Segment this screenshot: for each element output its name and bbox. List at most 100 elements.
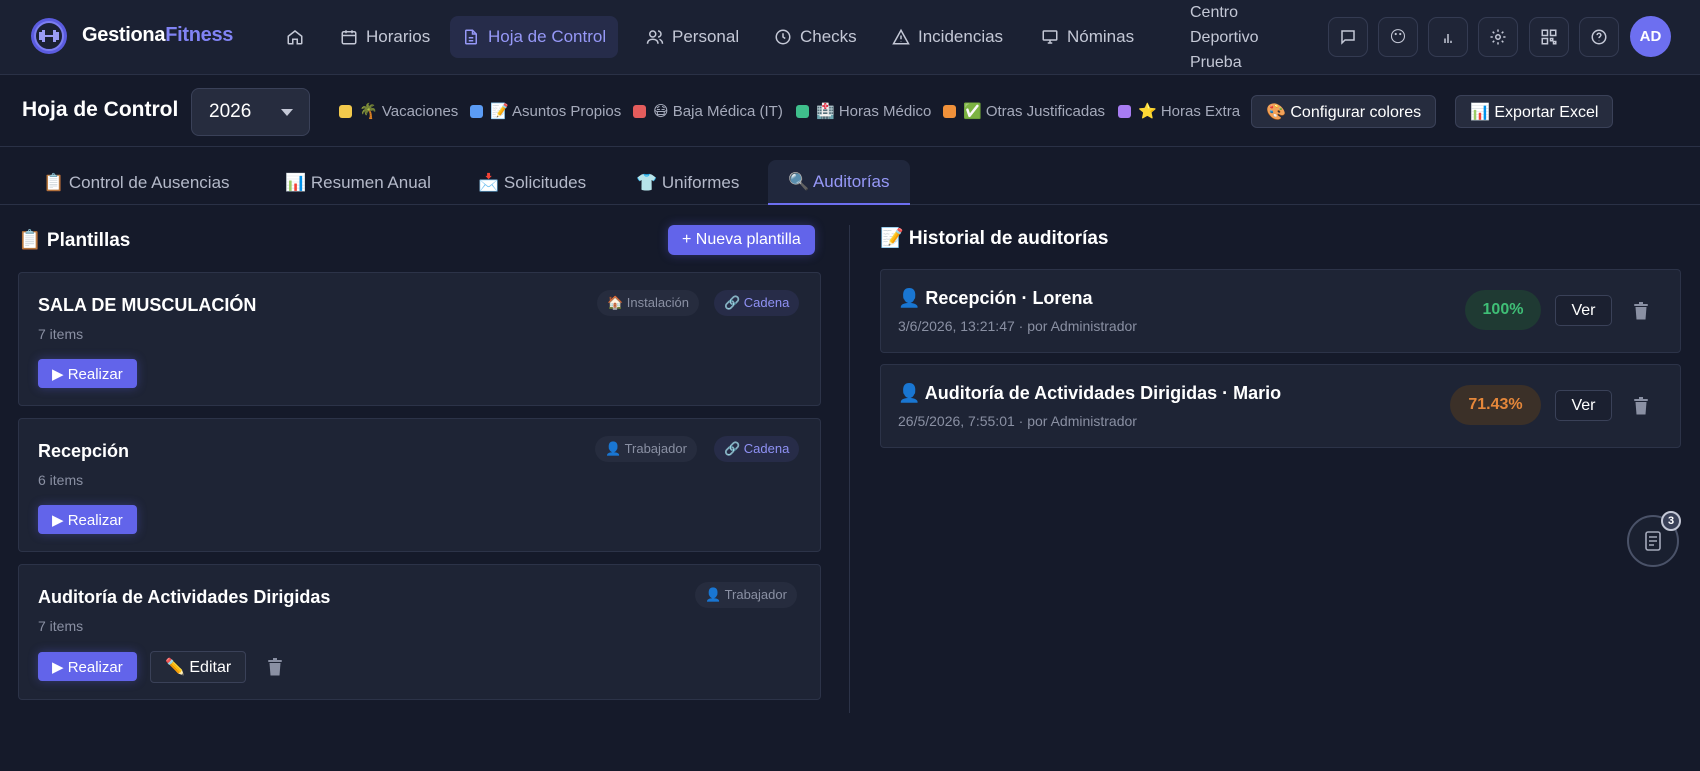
audit-meta: 26/5/2026, 7:55:01 · por Administrador: [898, 413, 1137, 429]
calendar-icon: [341, 30, 357, 45]
legend-swatch: [1118, 104, 1131, 118]
edit-template-button[interactable]: ✏️ Editar: [150, 651, 247, 683]
page-title: Hoja de Control: [22, 98, 179, 121]
templates-title: 📋 Plantillas: [18, 230, 131, 251]
delete-template-button[interactable]: [267, 658, 283, 681]
template-item-count: 7 items: [38, 326, 84, 342]
audit-meta: 3/6/2026, 13:21:47 · por Administrador: [898, 318, 1137, 334]
tab-control-ausencias[interactable]: 📋 Control de Ausencias: [23, 160, 250, 205]
legend-otras-justificadas: ✅ Otras Justificadas: [943, 102, 1105, 120]
audit-title: 👤 Recepción · Lorena: [898, 288, 1093, 308]
user-avatar[interactable]: AD: [1630, 16, 1671, 57]
template-name: SALA DE MUSCULACIÓN: [38, 295, 257, 315]
legend-label: 🌴 Vacaciones: [359, 103, 459, 120]
top-navbar: GestionaFitness Horarios Hoja de Control…: [0, 0, 1700, 75]
tab-solicitudes[interactable]: 📩 Solicitudes: [458, 160, 606, 205]
nav-label: Incidencias: [918, 27, 1004, 46]
nav-home[interactable]: [274, 16, 316, 58]
help-button[interactable]: [1579, 17, 1619, 57]
qr-button[interactable]: [1529, 17, 1569, 57]
nav-incidencias[interactable]: Incidencias: [880, 16, 1015, 58]
year-select[interactable]: 2026: [191, 88, 310, 136]
warning-icon: [892, 28, 910, 45]
legend-asuntos-propios: 📝 Asuntos Propios: [470, 102, 621, 120]
bar-chart-icon: [1444, 34, 1452, 43]
legend-baja-medica: 😷 Baja Médica (IT): [633, 102, 783, 120]
legend-label: 😷 Baja Médica (IT): [653, 103, 783, 120]
nav-personal[interactable]: Personal: [634, 16, 751, 58]
template-name: Recepción: [38, 441, 130, 461]
trash-icon: [1634, 302, 1648, 320]
delete-audit-button[interactable]: [1633, 397, 1649, 420]
settings-button[interactable]: [1478, 17, 1518, 57]
template-name: Auditoría de Actividades Dirigidas: [38, 587, 331, 607]
export-excel-button[interactable]: 📊 Exportar Excel: [1455, 95, 1614, 128]
nav-nominas[interactable]: Nóminas: [1029, 16, 1146, 58]
nav-horarios[interactable]: Horarios: [328, 16, 442, 58]
delete-audit-button[interactable]: [1633, 302, 1649, 325]
nav-label: Personal: [672, 27, 740, 46]
view-audit-button[interactable]: Ver: [1555, 295, 1612, 326]
legend-label: ⭐ Horas Extra: [1138, 103, 1241, 120]
dumbbell-icon: [34, 21, 64, 51]
legend-horas-medico: 🏥 Horas Médico: [796, 102, 931, 120]
chevron-down-icon: [281, 108, 293, 116]
template-card: Recepción 6 items 👤 Trabajador 🔗 Cadena …: [18, 418, 821, 552]
template-item-count: 7 items: [38, 618, 84, 634]
document-icon: [465, 29, 477, 45]
audit-history-item: 👤 Recepción · Lorena 3/6/2026, 13:21:47 …: [880, 269, 1681, 353]
trash-icon: [1634, 397, 1648, 415]
legend-swatch: [633, 104, 646, 118]
brand-name[interactable]: GestionaFitness: [82, 24, 233, 47]
perform-audit-button[interactable]: ▶ Realizar: [38, 505, 137, 534]
monitor-icon: [1042, 30, 1058, 44]
home-icon: [287, 30, 303, 45]
stats-button[interactable]: [1428, 17, 1468, 57]
audit-score-badge: 71.43%: [1450, 385, 1541, 425]
legend-label: 📝 Asuntos Propios: [490, 103, 622, 120]
qr-code-icon: [1541, 29, 1557, 45]
view-audit-button[interactable]: Ver: [1555, 390, 1612, 421]
legend-swatch: [943, 104, 956, 118]
legend-label: ✅ Otras Justificadas: [963, 103, 1106, 120]
year-value: 2026: [209, 101, 252, 122]
new-template-button[interactable]: + Nueva plantilla: [668, 225, 815, 255]
nav-label: Horarios: [366, 27, 431, 46]
chat-button[interactable]: [1328, 17, 1368, 57]
column-divider: [849, 225, 850, 713]
legend-horas-extra: ⭐ Horas Extra: [1118, 102, 1240, 120]
perform-audit-button[interactable]: ▶ Realizar: [38, 652, 137, 681]
type-badge: 👤 Trabajador: [595, 436, 697, 462]
trash-icon: [268, 658, 282, 676]
logo[interactable]: [31, 18, 67, 54]
clock-icon: [775, 29, 791, 45]
configure-colors-button[interactable]: 🎨 Configurar colores: [1251, 95, 1437, 128]
smiley-icon: 😶: [1389, 29, 1407, 46]
users-icon: [646, 30, 664, 44]
template-item-count: 6 items: [38, 472, 84, 488]
type-badge: 👤 Trabajador: [695, 582, 797, 608]
help-icon: [1591, 29, 1607, 45]
nav-hoja-de-control[interactable]: Hoja de Control: [450, 16, 619, 58]
audit-title: 👤 Auditoría de Actividades Dirigidas · M…: [898, 383, 1282, 403]
control-sheet-header: Hoja de Control 2026 🌴 Vacaciones 📝 Asun…: [0, 76, 1700, 147]
nav-label: Checks: [800, 27, 857, 46]
tab-bar: 📋 Control de Ausencias 📊 Resumen Anual 📩…: [0, 148, 1700, 205]
mood-button[interactable]: 😶: [1378, 17, 1418, 57]
audit-history-title: 📝 Historial de auditorías: [880, 228, 1109, 249]
center-name: Centro Deportivo Prueba: [1190, 4, 1259, 71]
chain-badge: 🔗 Cadena: [714, 290, 800, 316]
legend-swatch: [339, 104, 352, 118]
chain-badge: 🔗 Cadena: [714, 436, 800, 462]
nav-checks[interactable]: Checks: [762, 16, 869, 58]
audit-score-badge: 100%: [1465, 290, 1541, 330]
tab-resumen-anual[interactable]: 📊 Resumen Anual: [265, 160, 451, 205]
nav-label: Nóminas: [1067, 27, 1135, 46]
legend-swatch: [796, 104, 809, 118]
template-card: Auditoría de Actividades Dirigidas 7 ite…: [18, 564, 821, 700]
chat-icon: [1341, 30, 1355, 45]
tab-uniformes[interactable]: 👕 Uniformes: [616, 160, 759, 205]
perform-audit-button[interactable]: ▶ Realizar: [38, 359, 137, 388]
tab-auditorias[interactable]: 🔍 Auditorías: [768, 160, 910, 205]
legend-label: 🏥 Horas Médico: [816, 103, 932, 120]
